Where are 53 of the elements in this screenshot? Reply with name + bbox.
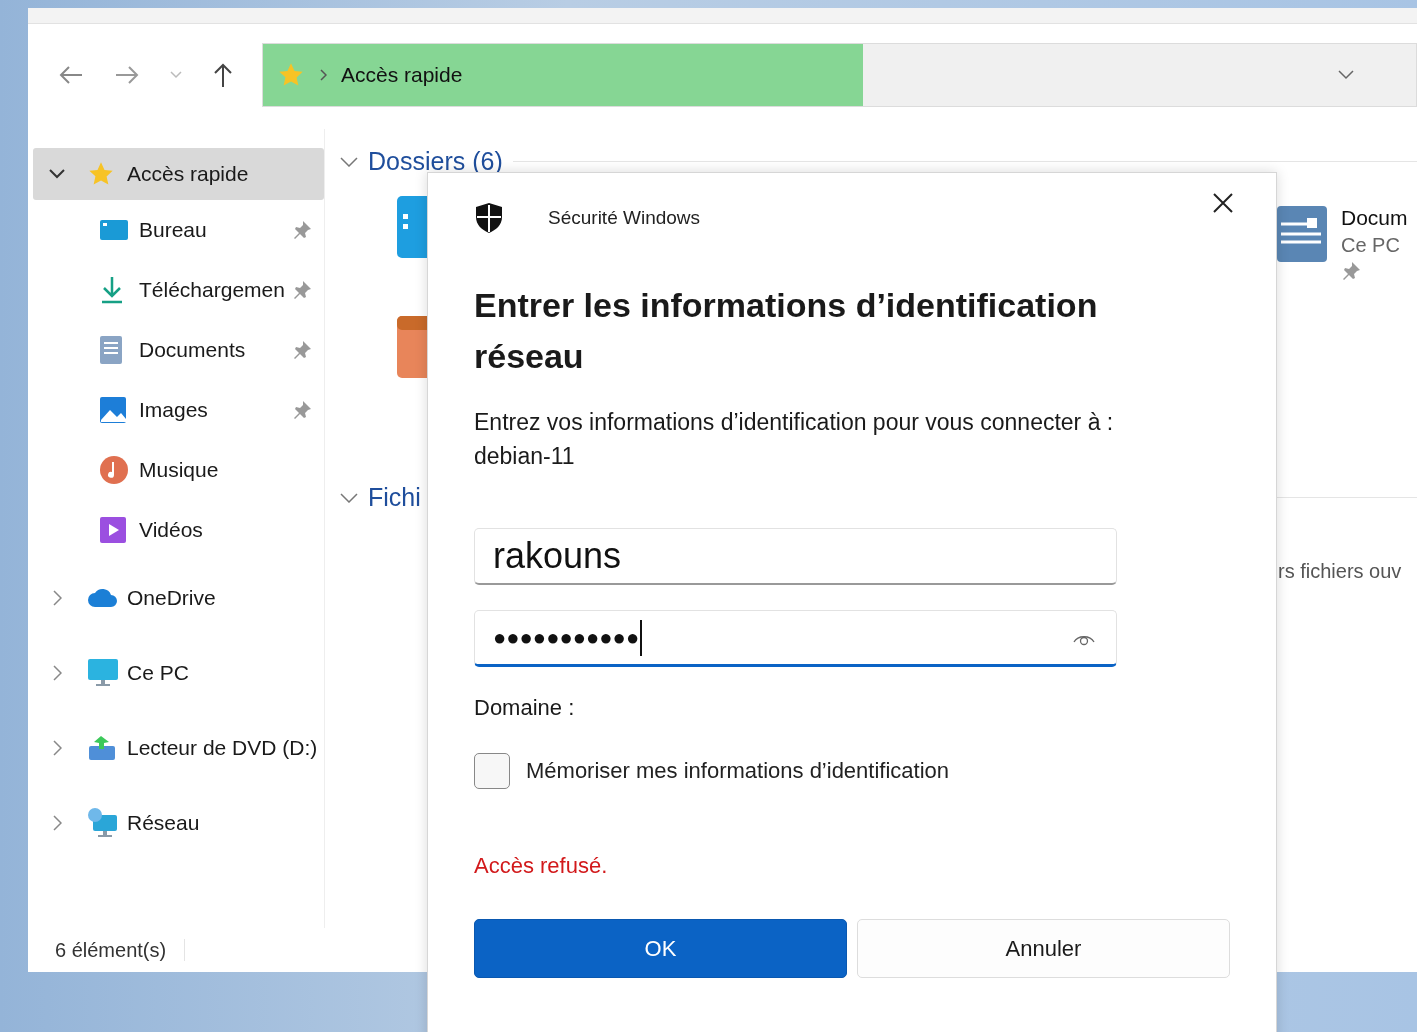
address-bar[interactable]: Accès rapide	[262, 43, 1417, 107]
sidebar-item[interactable]: Téléchargemen	[33, 260, 324, 320]
sidebar-item[interactable]: Vidéos	[33, 500, 324, 560]
desktop-icon	[99, 218, 129, 242]
sidebar-item[interactable]: Ce PC	[33, 635, 324, 710]
sidebar-item[interactable]: Accès rapide	[33, 148, 324, 200]
folder-name: Docum	[1341, 206, 1408, 230]
back-arrow-icon[interactable]	[58, 64, 84, 86]
disc-drive-icon	[87, 733, 117, 762]
sidebar-item[interactable]: Bureau	[33, 200, 324, 260]
remember-checkbox[interactable]	[474, 753, 510, 789]
section-heading[interactable]: Fichi	[368, 483, 421, 512]
folder-location: Ce PC	[1341, 234, 1401, 257]
chevron-right-icon[interactable]	[52, 739, 62, 756]
domain-label: Domaine :	[474, 695, 576, 721]
download-icon	[99, 275, 125, 305]
address-segment[interactable]: Accès rapide	[341, 63, 463, 87]
up-arrow-icon[interactable]	[212, 62, 234, 88]
close-icon[interactable]	[1212, 192, 1234, 214]
cancel-button[interactable]: Annuler	[857, 919, 1230, 978]
music-icon	[99, 455, 129, 485]
item-count: 6 élément(s)	[55, 938, 167, 962]
dropdown-chevron-icon[interactable]	[1338, 70, 1354, 80]
sidebar-item[interactable]: Réseau	[33, 785, 324, 860]
dialog-description: Entrez vos informations d’identification pour vous connecter à : debian-11	[474, 408, 1115, 471]
cloud-icon	[87, 586, 119, 609]
chevron-right-icon[interactable]	[52, 589, 62, 606]
remember-label[interactable]: Mémoriser mes informations d’identification	[526, 758, 950, 784]
shield-icon	[474, 202, 504, 234]
username-field[interactable]: rakouns	[474, 528, 1117, 585]
chevron-down-icon[interactable]	[340, 156, 358, 167]
sidebar-item[interactable]: Musique	[33, 440, 324, 500]
chevron-down-icon[interactable]	[340, 492, 358, 503]
forward-arrow-icon[interactable]	[114, 64, 140, 86]
sidebar-item[interactable]: Lecteur de DVD (D:)	[33, 710, 324, 785]
document-icon	[99, 335, 123, 365]
sidebar-item[interactable]: Documents	[33, 320, 324, 380]
chevron-down-icon[interactable]	[49, 169, 65, 179]
image-icon	[99, 396, 127, 424]
network-icon	[87, 806, 119, 839]
sidebar-item[interactable]: OneDrive	[33, 560, 324, 635]
monitor-icon	[87, 657, 119, 688]
error-message: Accès refusé.	[474, 853, 609, 879]
recent-files-text: rs fichiers ouv	[1278, 560, 1402, 582]
dialog-title: Sécurité Windows	[548, 207, 701, 229]
chevron-right-icon	[319, 69, 327, 81]
chevron-right-icon[interactable]	[52, 814, 62, 831]
chevron-right-icon[interactable]	[52, 664, 62, 681]
password-field[interactable]: ●●●●●●●●●●●	[474, 610, 1117, 667]
ok-button[interactable]: OK	[474, 919, 847, 978]
video-icon	[99, 516, 127, 544]
dialog-heading: Entrer les informations d’identification réseau	[474, 285, 1099, 377]
sidebar-item[interactable]: Images	[33, 380, 324, 440]
